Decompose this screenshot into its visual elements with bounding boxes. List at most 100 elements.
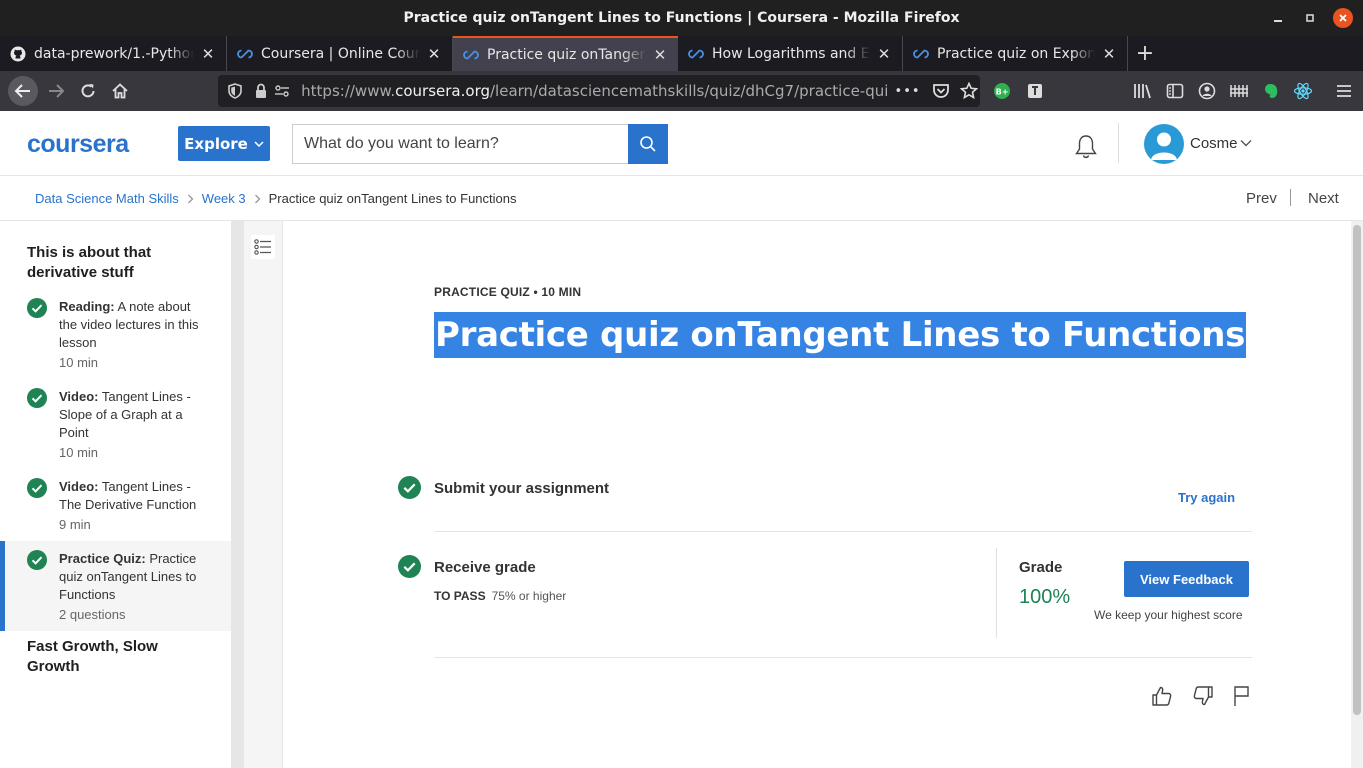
lesson-duration: 9 min bbox=[59, 517, 91, 532]
chevron-down-icon bbox=[254, 140, 264, 147]
receive-grade-label: Receive grade bbox=[434, 559, 536, 576]
view-feedback-button[interactable]: View Feedback bbox=[1124, 561, 1249, 597]
outline-list-icon[interactable] bbox=[251, 235, 275, 259]
chevron-down-icon[interactable] bbox=[1240, 139, 1252, 147]
checkmark-icon bbox=[27, 478, 47, 498]
window-titlebar: Practice quiz onTangent Lines to Functio… bbox=[0, 0, 1363, 36]
hamburger-menu-icon[interactable] bbox=[1334, 81, 1354, 101]
breadcrumb: Data Science Math Skills Week 3 Practice… bbox=[0, 176, 1363, 221]
extension-grid-icon[interactable] bbox=[1229, 81, 1249, 101]
lesson-type: Reading: bbox=[59, 299, 115, 314]
tool-rail bbox=[244, 221, 283, 768]
home-button[interactable] bbox=[105, 76, 135, 106]
grade-label: Grade bbox=[1019, 559, 1063, 576]
notifications-bell-icon[interactable] bbox=[1073, 133, 1099, 161]
scrollbar-thumb[interactable] bbox=[1353, 225, 1361, 715]
tab-practice-quiz-exponents[interactable]: Practice quiz on Exponen ✕ bbox=[903, 36, 1128, 71]
page-actions-icon[interactable]: ••• bbox=[895, 84, 921, 99]
sidebar-toggle-icon[interactable] bbox=[1165, 81, 1185, 101]
checkmark-icon bbox=[27, 388, 47, 408]
grade-value: 100% bbox=[1019, 586, 1071, 608]
close-tab-icon[interactable]: ✕ bbox=[1101, 45, 1117, 63]
back-button[interactable] bbox=[8, 76, 38, 106]
tab-label: Practice quiz on Exponen bbox=[937, 45, 1095, 62]
sidebar-item-practice-quiz[interactable]: Practice Quiz: Practice quiz onTangent L… bbox=[0, 541, 231, 631]
checkmark-icon bbox=[398, 555, 421, 578]
lock-icon[interactable] bbox=[250, 80, 272, 102]
submit-assignment-label: Submit your assignment bbox=[434, 480, 610, 497]
tracking-protection-icon[interactable] bbox=[224, 80, 246, 102]
close-window-icon[interactable] bbox=[1333, 8, 1353, 28]
keep-score-note: We keep your highest score bbox=[1094, 608, 1243, 622]
user-name[interactable]: Cosme bbox=[1190, 135, 1238, 152]
url-text[interactable]: https://www.coursera.org/learn/datascien… bbox=[301, 82, 888, 100]
permissions-icon[interactable] bbox=[271, 80, 293, 102]
coursera-icon bbox=[463, 47, 479, 63]
maximize-icon[interactable] bbox=[1300, 8, 1320, 28]
avatar[interactable] bbox=[1144, 124, 1184, 164]
extension-evernote-icon[interactable] bbox=[1261, 81, 1281, 101]
close-tab-icon[interactable]: ✕ bbox=[426, 45, 442, 63]
url-bar[interactable]: https://www.coursera.org/learn/datascien… bbox=[218, 75, 980, 107]
chevron-right-icon bbox=[254, 194, 261, 204]
github-icon bbox=[10, 46, 26, 62]
header-divider bbox=[1118, 123, 1119, 163]
flag-icon[interactable] bbox=[1231, 685, 1253, 707]
try-again-link[interactable]: Try again bbox=[1178, 490, 1235, 505]
search-button[interactable] bbox=[628, 124, 668, 164]
tab-github[interactable]: data-prework/1.-Python ✕ bbox=[0, 36, 227, 71]
prev-link[interactable]: Prev bbox=[1246, 190, 1277, 207]
coursera-logo[interactable]: coursera bbox=[27, 130, 129, 159]
sidebar-item-video-derivative[interactable]: Video: Tangent Lines - The Derivative Fu… bbox=[0, 478, 231, 536]
sidebar-item-video-slope[interactable]: Video: Tangent Lines - Slope of a Graph … bbox=[0, 388, 231, 464]
coursera-icon bbox=[237, 46, 253, 62]
tab-label: Practice quiz onTangent bbox=[487, 46, 646, 63]
thumbs-down-icon[interactable] bbox=[1192, 685, 1214, 707]
close-tab-icon[interactable]: ✕ bbox=[652, 46, 668, 64]
sidebar-scroll-gutter[interactable] bbox=[231, 221, 244, 768]
tab-label: How Logarithms and Exp bbox=[712, 45, 870, 62]
lesson-duration: 10 min bbox=[59, 355, 99, 370]
extension-react-devtools-icon[interactable] bbox=[1293, 81, 1313, 101]
close-tab-icon[interactable]: ✕ bbox=[200, 45, 216, 63]
tab-logarithms[interactable]: How Logarithms and Exp ✕ bbox=[678, 36, 903, 71]
divider bbox=[434, 657, 1252, 658]
explore-button[interactable]: Explore bbox=[178, 126, 270, 161]
reload-button[interactable] bbox=[73, 76, 103, 106]
lesson-type: Practice Quiz: bbox=[59, 551, 146, 566]
library-icon[interactable] bbox=[1133, 81, 1153, 101]
chevron-right-icon bbox=[187, 194, 194, 204]
quiz-kicker: PRACTICE QUIZ • 10 MIN bbox=[434, 285, 582, 299]
divider bbox=[434, 531, 1252, 532]
to-pass-label: TO PASS bbox=[434, 589, 486, 603]
close-tab-icon[interactable]: ✕ bbox=[876, 45, 892, 63]
new-tab-button[interactable]: + bbox=[1130, 36, 1160, 71]
site-header: coursera Explore What do you want to lea… bbox=[0, 111, 1363, 176]
forward-button[interactable] bbox=[41, 76, 71, 106]
extension-notes-icon[interactable] bbox=[1025, 81, 1045, 101]
tab-label: Coursera | Online Course bbox=[261, 45, 420, 62]
breadcrumb-link-course[interactable]: Data Science Math Skills bbox=[35, 191, 179, 206]
lesson-type: Video: bbox=[59, 389, 99, 404]
tab-coursera-online-course[interactable]: Coursera | Online Course ✕ bbox=[227, 36, 453, 71]
checkmark-icon bbox=[27, 550, 47, 570]
tab-practice-quiz-tangent[interactable]: Practice quiz onTangent ✕ bbox=[453, 36, 678, 71]
next-link[interactable]: Next bbox=[1308, 190, 1339, 207]
page-scrollbar[interactable] bbox=[1351, 221, 1363, 768]
breadcrumb-link-week[interactable]: Week 3 bbox=[202, 191, 246, 206]
account-icon[interactable] bbox=[1197, 81, 1217, 101]
to-pass-text: TO PASS 75% or higher bbox=[434, 589, 566, 603]
search-input[interactable]: What do you want to learn? bbox=[292, 124, 629, 164]
section-title: This is about that derivative stuff bbox=[27, 244, 152, 281]
checkmark-icon bbox=[27, 298, 47, 318]
sidebar-item-reading-note[interactable]: Reading: A note about the video lectures… bbox=[0, 298, 231, 374]
explore-label: Explore bbox=[184, 134, 248, 153]
section-title-next[interactable]: Fast Growth, Slow Growth bbox=[27, 637, 167, 677]
thumbs-up-icon[interactable] bbox=[1151, 685, 1173, 707]
minimize-icon[interactable] bbox=[1268, 8, 1288, 28]
bookmark-star-icon[interactable] bbox=[958, 80, 980, 102]
main-content: PRACTICE QUIZ • 10 MIN Practice quiz onT… bbox=[285, 221, 1351, 768]
pocket-icon[interactable] bbox=[931, 80, 953, 102]
extension-b-plus-icon[interactable]: B+ bbox=[992, 81, 1012, 101]
breadcrumb-current: Practice quiz onTangent Lines to Functio… bbox=[268, 191, 517, 206]
